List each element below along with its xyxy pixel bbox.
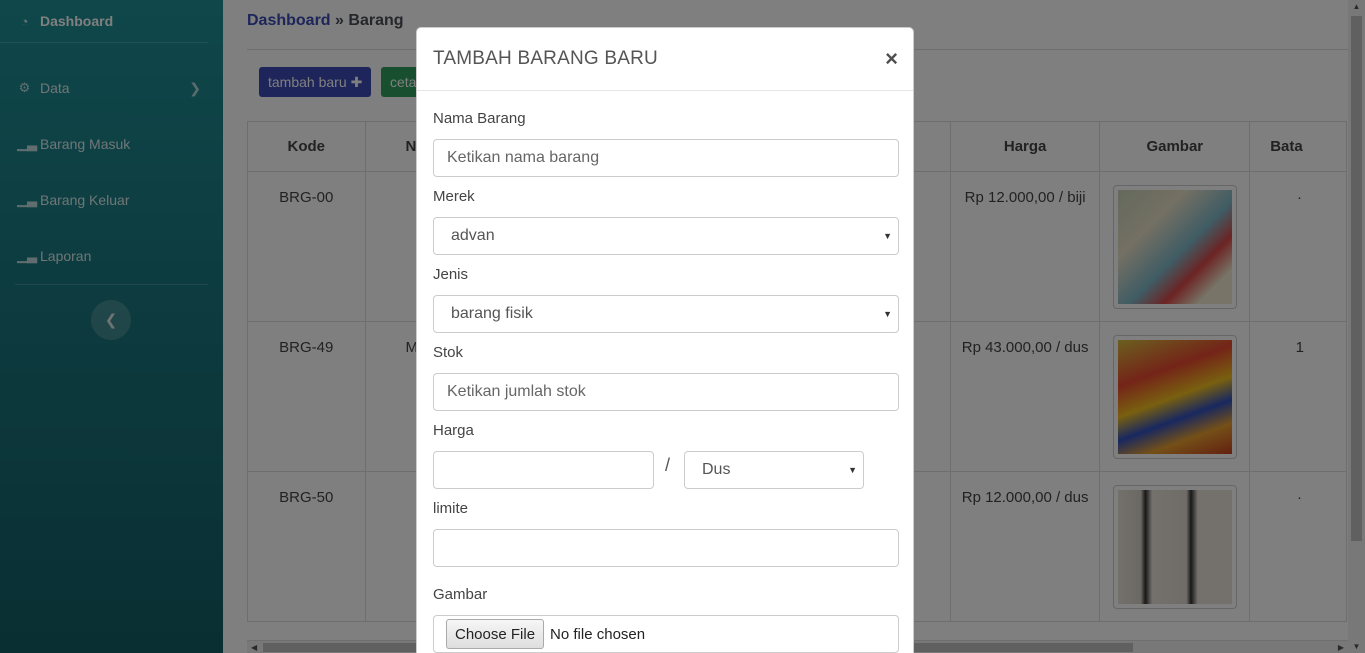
merek-selected-value: advan xyxy=(451,227,495,244)
merek-label: Merek xyxy=(433,188,475,205)
choose-file-button[interactable]: Choose File xyxy=(446,619,545,649)
dropdown-caret-icon: ▼ xyxy=(883,231,892,241)
dropdown-caret-icon: ▼ xyxy=(883,309,892,319)
stok-label: Stok xyxy=(433,344,464,361)
price-unit-separator: / xyxy=(665,455,671,475)
nama-barang-placeholder: Ketikan nama barang xyxy=(447,149,600,166)
modal-header: TAMBAH BARANG BARU × xyxy=(417,28,913,91)
jenis-label: Jenis xyxy=(433,266,469,283)
jenis-select[interactable]: barang fisik ▼ xyxy=(433,295,899,333)
modal-title: TAMBAH BARANG BARU xyxy=(433,48,658,69)
satuan-selected-value: Dus xyxy=(702,461,731,478)
jenis-selected-value: barang fisik xyxy=(451,305,533,322)
harga-input[interactable] xyxy=(433,451,654,489)
satuan-select[interactable]: Dus ▼ xyxy=(684,451,864,489)
stok-placeholder: Ketikan jumlah stok xyxy=(447,383,586,400)
close-icon[interactable]: × xyxy=(885,48,898,70)
limite-input[interactable] xyxy=(433,529,899,567)
gambar-file-input[interactable]: Choose File No file chosen xyxy=(433,615,899,653)
stok-input[interactable]: Ketikan jumlah stok xyxy=(433,373,899,411)
limite-label: limite xyxy=(433,500,469,517)
dropdown-caret-icon: ▼ xyxy=(848,465,857,475)
nama-barang-input[interactable]: Ketikan nama barang xyxy=(433,139,899,177)
add-item-modal: TAMBAH BARANG BARU × Nama Barang Ketikan… xyxy=(416,27,914,653)
merek-select[interactable]: advan ▼ xyxy=(433,217,899,255)
harga-label: Harga xyxy=(433,422,474,439)
gambar-label: Gambar xyxy=(433,586,488,603)
nama-barang-label: Nama Barang xyxy=(433,110,526,127)
file-status-text: No file chosen xyxy=(550,625,646,643)
